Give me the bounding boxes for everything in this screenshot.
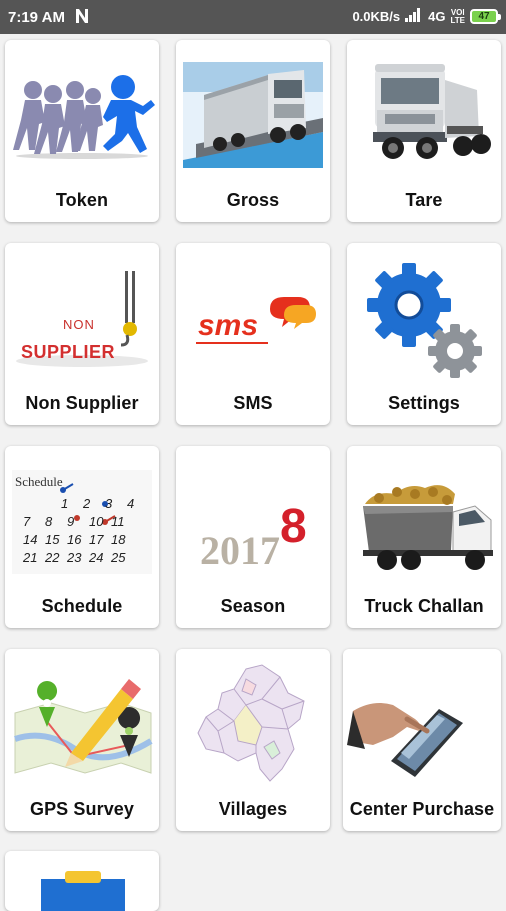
calendar-day-number: 23 xyxy=(66,550,82,565)
calendar-day-number: 10 xyxy=(89,514,104,529)
gears-icon xyxy=(347,243,501,391)
calendar-day-number: 15 xyxy=(45,532,60,547)
calendar-day-number: 4 xyxy=(127,496,134,511)
network-type: 4G xyxy=(428,9,446,24)
sms-logo-text: sms xyxy=(198,309,258,342)
signal-icon xyxy=(405,8,423,25)
network-speed: 0.0KB/s xyxy=(352,9,401,24)
schedule-header-text: Schedule xyxy=(15,474,63,489)
menu-label-season: Season xyxy=(220,596,286,616)
menu-tile-gps-survey[interactable]: GPS Survey xyxy=(5,649,159,831)
battery-icon: 47 xyxy=(470,9,501,24)
menu-label-tare: Tare xyxy=(405,190,443,210)
calendar-day-number: 25 xyxy=(110,550,126,565)
menu-label-center-purchase: Center Purchase xyxy=(349,799,495,819)
menu-tile-villages[interactable]: Villages xyxy=(176,649,330,831)
non-supplier-crane-icon: NON SUPPLIER xyxy=(5,243,159,391)
menu-label-villages: Villages xyxy=(218,799,288,819)
non-supplier-bottom-text: SUPPLIER xyxy=(21,342,115,362)
menu-tile-season[interactable]: 2017 8 Season xyxy=(176,446,330,628)
district-map-icon xyxy=(176,649,330,797)
menu-tile-partial[interactable] xyxy=(5,851,159,911)
truck-cab-icon xyxy=(347,40,501,188)
menu-tile-non-supplier[interactable]: NON SUPPLIER Non Supplier xyxy=(5,243,159,425)
tablet-hand-icon xyxy=(343,649,501,797)
menu-tile-gross[interactable]: Gross xyxy=(176,40,330,222)
menu-tile-center-purchase[interactable]: Center Purchase xyxy=(343,649,501,831)
calendar-day-number: 16 xyxy=(67,532,82,547)
calendar-day-number: 9 xyxy=(67,514,74,529)
menu-label-gps-survey: GPS Survey xyxy=(29,799,135,819)
status-bar: 7:19 AM 0.0KB/s 4G VOl LTE 47 xyxy=(0,0,506,34)
menu-tile-token[interactable]: Token xyxy=(5,40,159,222)
non-supplier-top-text: NON xyxy=(63,317,95,332)
menu-label-sms: SMS xyxy=(233,393,273,413)
calendar-day-number: 3 xyxy=(105,496,113,511)
menu-label-gross: Gross xyxy=(226,190,280,210)
menu-tile-sms[interactable]: sms SMS xyxy=(176,243,330,425)
menu-tile-tare[interactable]: Tare xyxy=(347,40,501,222)
calendar-day-number: 24 xyxy=(88,550,103,565)
menu-label-non-supplier: Non Supplier xyxy=(25,393,139,413)
menu-label-token: Token xyxy=(55,190,109,210)
calendar-schedule-icon: Schedule 1 2 3 4 7 8 9 10 11 14 15 16 17 18 21 22 23 24 25 xyxy=(5,446,159,594)
calendar-day-number: 21 xyxy=(22,550,37,565)
sugarcane-truck-icon xyxy=(347,446,501,594)
calendar-day-number: 18 xyxy=(111,532,126,547)
season-year-text: 2017 xyxy=(200,528,280,573)
sms-logo-icon: sms xyxy=(176,243,330,391)
season-new-digit-text: 8 xyxy=(280,500,307,553)
calendar-day-number: 7 xyxy=(23,514,31,529)
map-pencil-pins-icon xyxy=(5,649,159,797)
notification-n-icon xyxy=(74,7,90,30)
menu-label-truck-challan: Truck Challan xyxy=(364,596,484,616)
status-right: 0.0KB/s 4G VOl LTE 47 xyxy=(352,8,501,25)
menu-tile-settings[interactable]: Settings xyxy=(347,243,501,425)
menu-tile-truck-challan[interactable]: Truck Challan xyxy=(347,446,501,628)
calendar-day-number: 1 xyxy=(61,496,68,511)
menu-label-settings: Settings xyxy=(388,393,460,413)
volte-icon: VOl LTE xyxy=(450,8,465,25)
calendar-day-number: 22 xyxy=(44,550,60,565)
calendar-day-number: 8 xyxy=(45,514,53,529)
battery-level: 47 xyxy=(478,11,490,22)
loaded-truck-on-weighbridge-icon xyxy=(176,40,330,188)
calendar-day-number: 14 xyxy=(23,532,37,547)
clipboard-icon xyxy=(5,851,159,911)
calendar-day-number: 17 xyxy=(89,532,104,547)
year-2017-2018-icon: 2017 8 xyxy=(176,446,330,594)
calendar-day-number: 11 xyxy=(111,514,125,529)
volte-bottom: LTE xyxy=(450,15,465,25)
calendar-day-number: 2 xyxy=(82,496,91,511)
people-running-icon xyxy=(5,40,159,188)
menu-tile-schedule[interactable]: Schedule 1 2 3 4 7 8 9 10 11 14 15 16 17 18 21 22 23 24 25… xyxy=(5,446,159,628)
menu-label-schedule: Schedule xyxy=(41,596,123,616)
status-time: 7:19 AM xyxy=(8,9,65,26)
menu-grid: Token Gross Tare NON SUPPLIER Non Suppli… xyxy=(0,34,506,911)
